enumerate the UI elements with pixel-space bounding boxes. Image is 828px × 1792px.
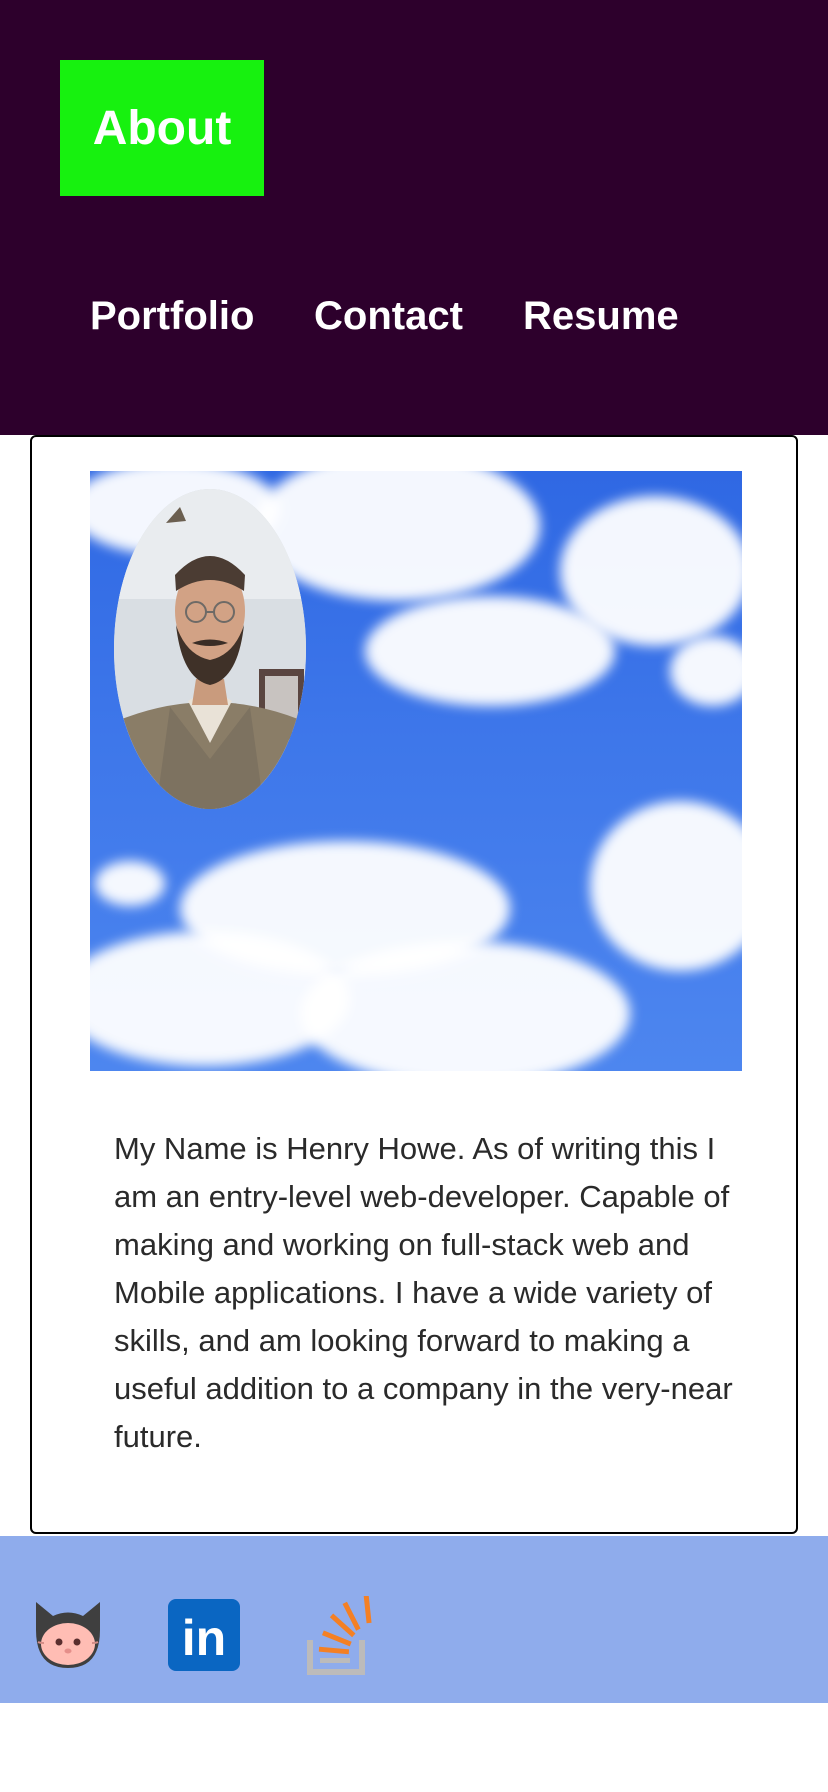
nav-contact-link[interactable]: Contact: [314, 288, 463, 344]
stackoverflow-link[interactable]: [306, 1592, 386, 1676]
nav-about-button[interactable]: About: [60, 60, 264, 196]
github-link[interactable]: [28, 1596, 108, 1676]
stackoverflow-icon: [307, 1592, 372, 1675]
nav-resume-link[interactable]: Resume: [523, 288, 679, 344]
social-footer: in: [0, 1536, 828, 1703]
linkedin-link[interactable]: in: [168, 1599, 240, 1671]
linkedin-icon: in: [168, 1599, 240, 1671]
svg-text:in: in: [182, 1610, 226, 1666]
github-icon: [36, 1602, 100, 1668]
bio-text: My Name is Henry Howe. As of writing thi…: [114, 1131, 733, 1454]
hero-image: [90, 471, 742, 1071]
about-card: My Name is Henry Howe. As of writing thi…: [30, 435, 798, 1534]
profile-photo: [114, 489, 306, 809]
nav-portfolio-link[interactable]: Portfolio: [90, 288, 254, 344]
site-header: About Portfolio Contact Resume: [0, 0, 828, 435]
